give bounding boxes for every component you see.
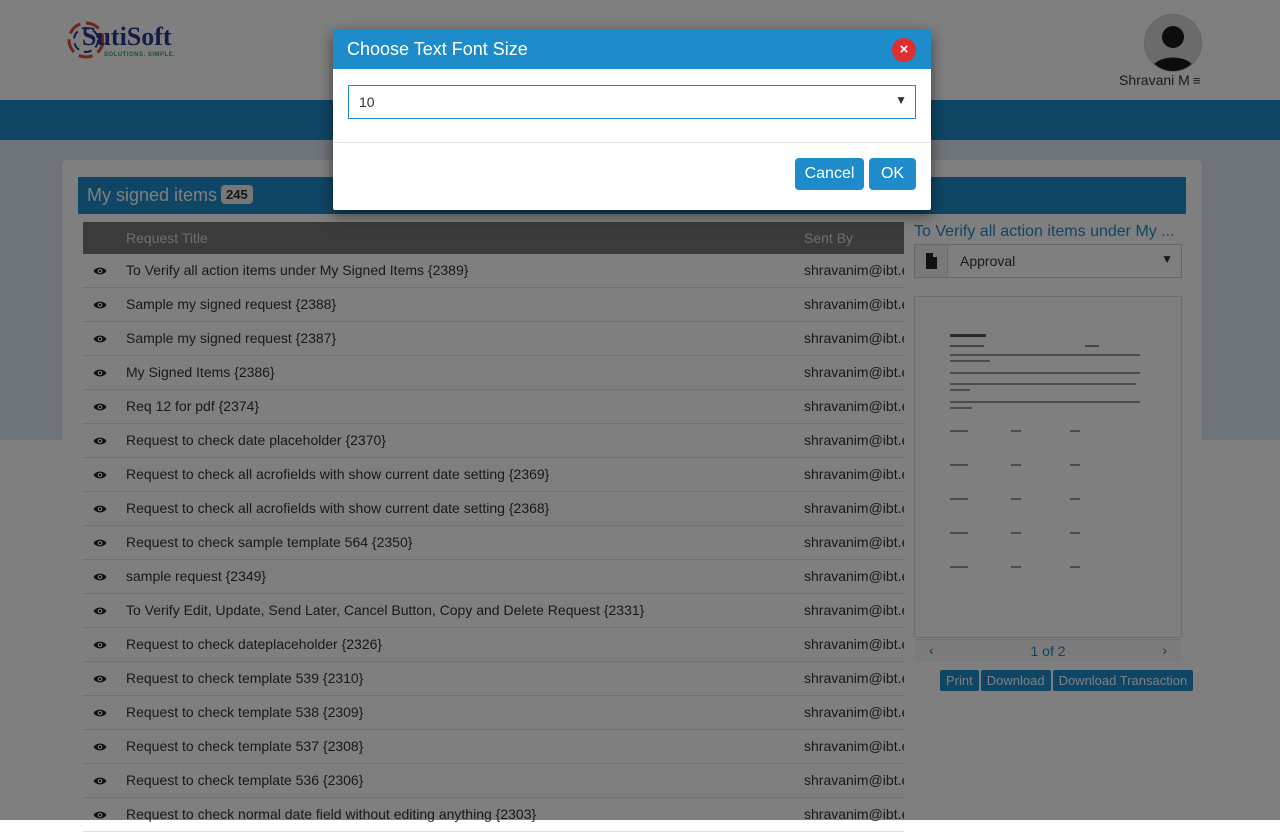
cancel-button[interactable]: Cancel xyxy=(795,158,864,190)
font-size-value: 10 xyxy=(359,94,375,110)
ok-button[interactable]: OK xyxy=(869,158,916,190)
font-size-select[interactable]: 10 ▼ xyxy=(348,85,916,119)
close-icon[interactable]: × xyxy=(892,38,916,62)
chevron-down-icon: ▼ xyxy=(895,93,907,107)
dialog-divider xyxy=(333,142,931,143)
dialog-header: Choose Text Font Size × xyxy=(333,30,931,69)
dialog-title: Choose Text Font Size xyxy=(347,39,528,59)
font-size-dialog: Choose Text Font Size × 10 ▼ Cancel OK xyxy=(333,30,931,210)
